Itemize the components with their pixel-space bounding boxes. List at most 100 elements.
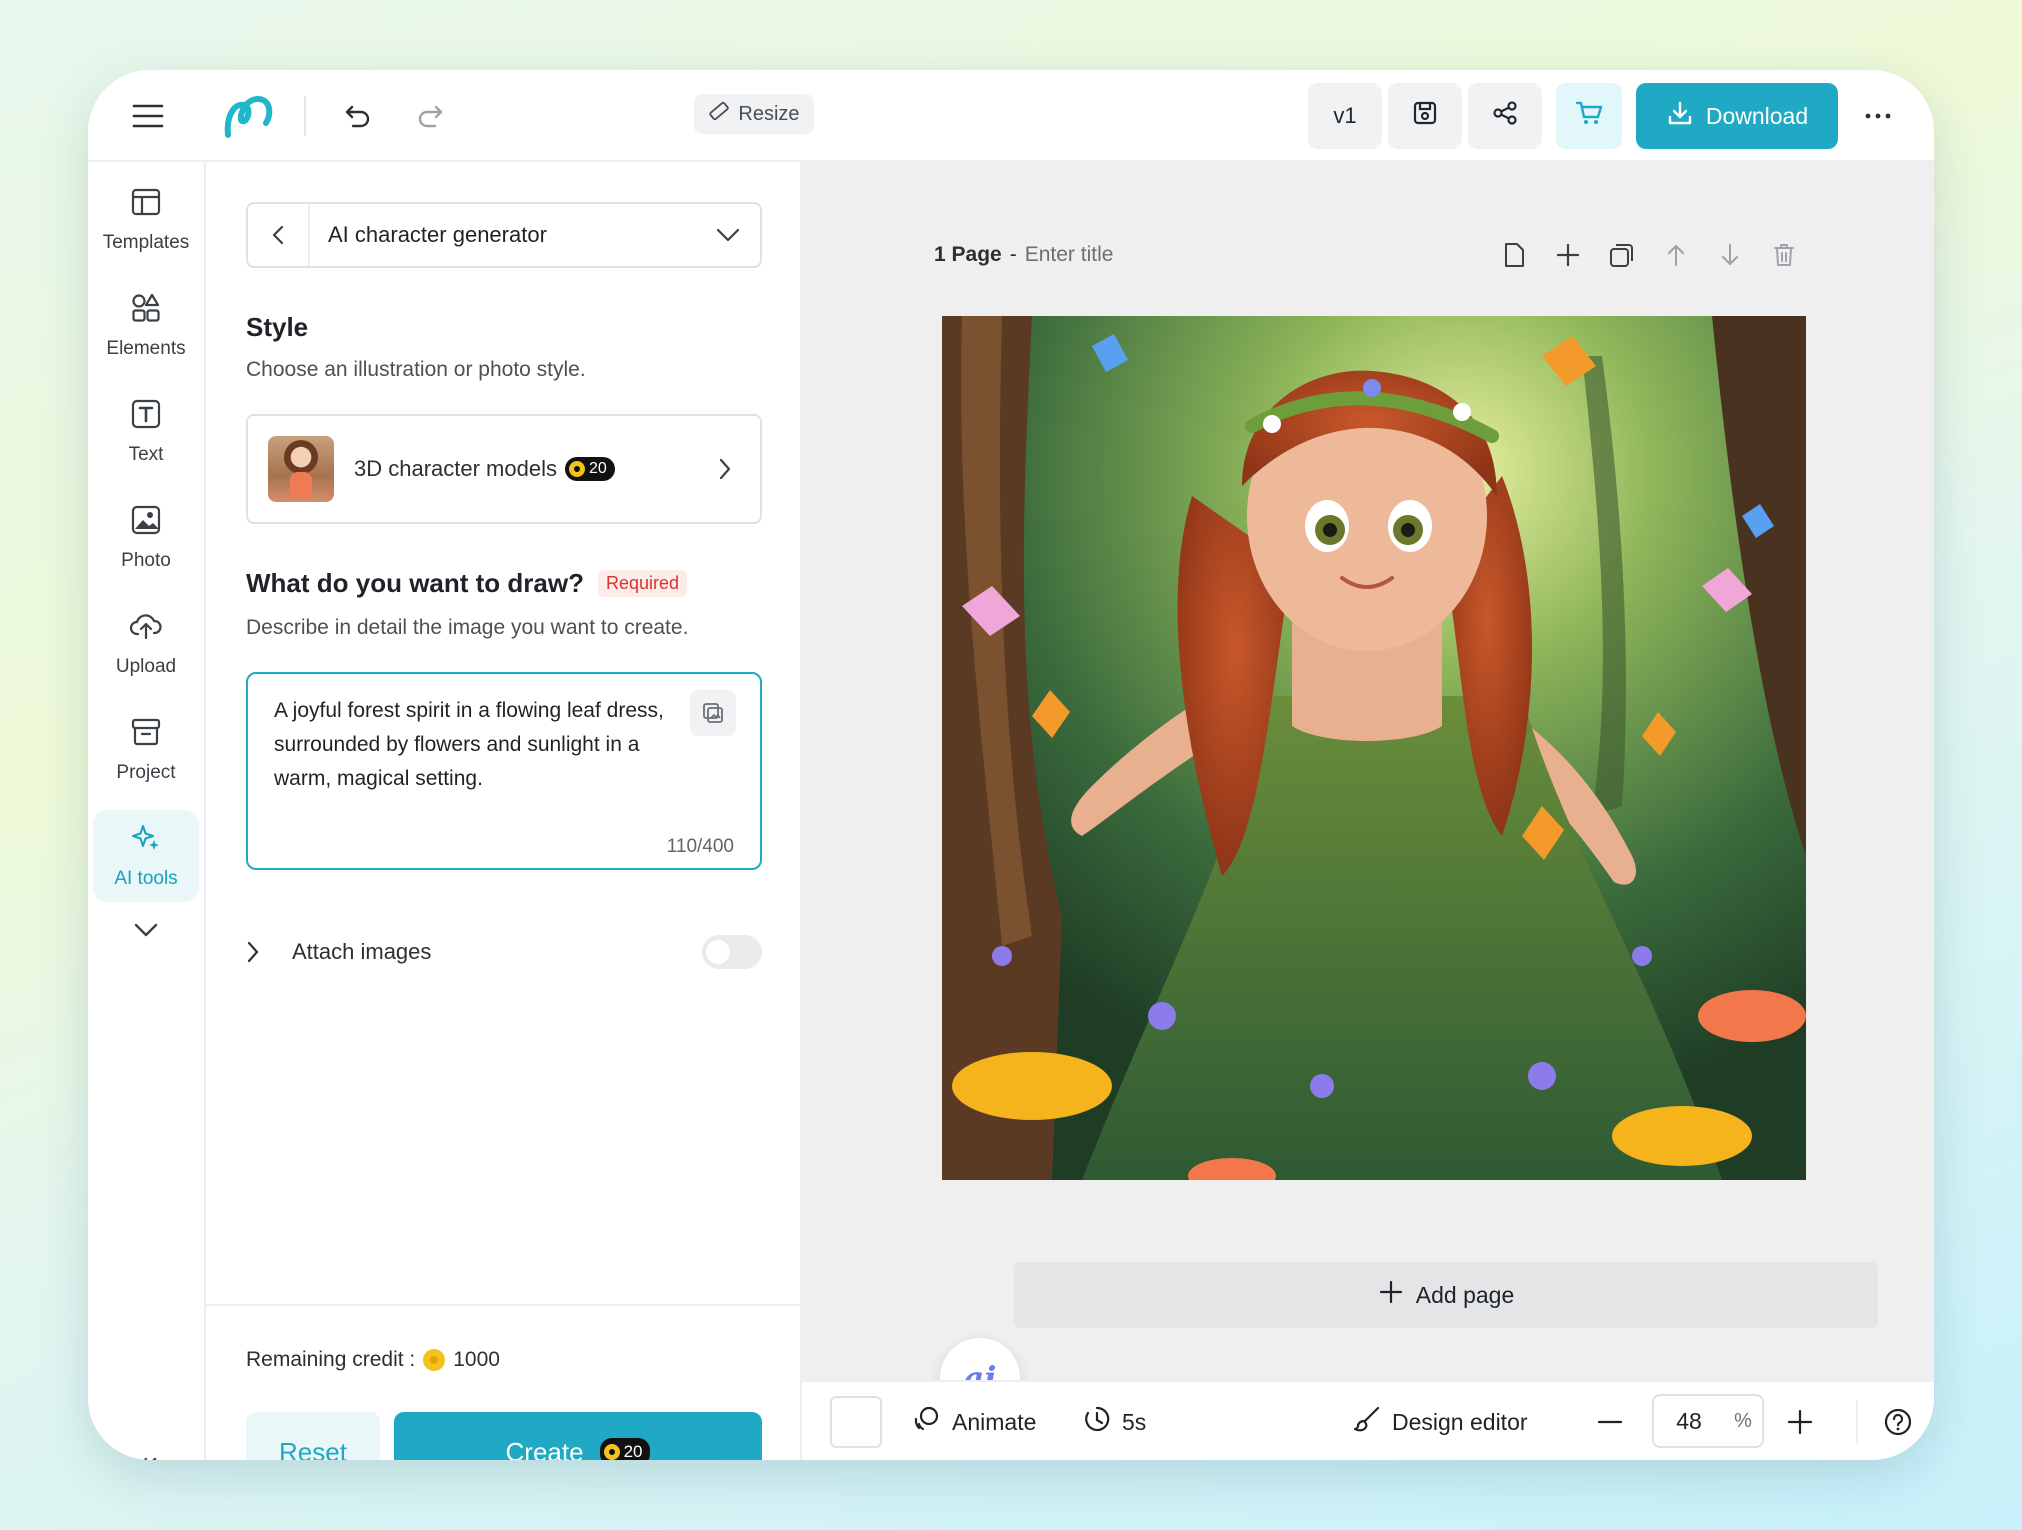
rail-item-elements[interactable]: Elements — [93, 280, 199, 372]
style-thumbnail — [268, 436, 334, 502]
attach-images-label: Attach images — [292, 939, 432, 964]
credit-badge-value: 20 — [588, 460, 607, 477]
style-heading: Style — [246, 312, 309, 342]
zoom-in-icon[interactable] — [1780, 1400, 1820, 1444]
cart-icon — [1574, 98, 1604, 134]
rail-label: Text — [128, 444, 164, 465]
ai-tool-panel: AI character generator Style Choose an i… — [206, 162, 802, 1460]
coin-icon — [423, 1349, 446, 1371]
duplicate-page-icon[interactable] — [1604, 237, 1640, 273]
rail-item-project[interactable]: Project — [93, 704, 199, 796]
tool-selector[interactable]: AI character generator — [246, 202, 762, 268]
page-header: 1 Page - Enter title — [934, 226, 1802, 284]
create-button[interactable]: Create 20 — [394, 1412, 762, 1460]
rail-label: AI tools — [114, 868, 178, 889]
save-icon — [1411, 99, 1439, 133]
add-page-button[interactable]: Add page — [1014, 1262, 1878, 1328]
divider — [304, 96, 306, 136]
tool-selector-label: AI character generator — [328, 222, 547, 247]
coin-icon — [603, 1444, 620, 1460]
background-color-swatch[interactable] — [830, 1396, 882, 1448]
download-button[interactable]: Download — [1636, 83, 1838, 149]
required-badge: Required — [597, 570, 688, 597]
photo-icon — [130, 504, 162, 542]
timer-icon — [1082, 1404, 1112, 1440]
draw-heading-text: What do you want to draw? — [246, 568, 584, 598]
attach-images-toggle[interactable] — [702, 935, 762, 969]
divider — [206, 1304, 802, 1306]
resize-button[interactable]: Resize — [694, 94, 814, 134]
page-number: 1 Page — [934, 243, 1002, 266]
upload-icon — [129, 610, 163, 648]
brush-icon — [1352, 1404, 1382, 1440]
design-editor-label: Design editor — [1392, 1408, 1528, 1435]
menu-icon[interactable] — [128, 96, 168, 136]
more-tools-chevron-icon[interactable] — [126, 910, 166, 950]
chevron-right-icon — [718, 457, 732, 481]
text-icon — [130, 398, 162, 436]
add-page-label: Add page — [1415, 1281, 1515, 1308]
remaining-credit: Remaining credit : 1000 — [246, 1348, 500, 1372]
chevron-right-icon[interactable] — [246, 940, 282, 964]
chevron-down-icon[interactable] — [696, 227, 760, 243]
move-page-down-icon[interactable] — [1712, 237, 1748, 273]
rail-label: Photo — [121, 550, 171, 571]
app-logo[interactable] — [220, 88, 278, 144]
zoom-unit: % — [1734, 1409, 1752, 1432]
delete-page-icon[interactable] — [1766, 237, 1802, 273]
zoom-out-icon[interactable] — [1590, 1400, 1630, 1444]
coin-icon — [568, 461, 585, 477]
move-page-up-icon[interactable] — [1658, 237, 1694, 273]
credit-badge: 20 — [599, 1438, 651, 1460]
prompt-text[interactable]: A joyful forest spirit in a flowing leaf… — [274, 694, 674, 796]
rail-item-ai-tools[interactable]: AI tools — [93, 810, 199, 902]
remaining-credit-value: 1000 — [453, 1348, 500, 1371]
page-container: 1 Page - Enter title — [934, 226, 1824, 1186]
templates-icon — [130, 186, 162, 224]
rail-item-templates[interactable]: Templates — [93, 174, 199, 266]
design-editor-button[interactable]: Design editor — [1352, 1400, 1528, 1444]
divider — [1856, 1400, 1858, 1444]
zoom-value[interactable]: 48 — [1654, 1408, 1724, 1435]
project-icon — [130, 716, 162, 754]
prompt-textarea[interactable]: A joyful forest spirit in a flowing leaf… — [246, 672, 762, 870]
more-options-icon[interactable] — [1858, 96, 1898, 136]
animate-button[interactable]: Animate — [912, 1400, 1036, 1444]
collapse-panel-icon[interactable] — [126, 1448, 166, 1460]
animate-label: Animate — [952, 1408, 1037, 1435]
add-page-icon[interactable] — [1550, 237, 1586, 273]
rail-label: Project — [116, 762, 176, 783]
generated-image — [942, 316, 1806, 1180]
page-title-input[interactable]: Enter title — [1025, 243, 1114, 267]
save-button[interactable] — [1388, 83, 1462, 149]
share-icon — [1491, 99, 1519, 133]
version-button[interactable]: v1 — [1308, 83, 1382, 149]
page-title-separator: - — [1009, 243, 1017, 266]
attach-images-row[interactable]: Attach images — [246, 932, 762, 972]
undo-icon[interactable] — [338, 96, 378, 136]
create-label: Create — [505, 1436, 584, 1461]
prompt-suggestion-icon[interactable] — [690, 690, 736, 736]
style-description: Choose an illustration or photo style. — [246, 358, 586, 381]
design-artboard[interactable] — [942, 316, 1806, 1180]
help-icon[interactable] — [1878, 1400, 1918, 1444]
top-bar: Resize v1 Download — [88, 70, 1934, 162]
cart-button[interactable] — [1556, 83, 1622, 149]
bottom-bar: Animate 5s Design editor 48 % — [802, 1380, 1934, 1460]
page-note-icon[interactable] — [1496, 237, 1532, 273]
resize-label: Resize — [738, 102, 800, 125]
sparkle-icon — [130, 822, 162, 860]
share-button[interactable] — [1468, 83, 1542, 149]
rail-item-upload[interactable]: Upload — [93, 598, 199, 690]
plus-icon — [1378, 1279, 1404, 1311]
rail-label: Templates — [102, 232, 190, 253]
back-chevron-icon[interactable] — [248, 204, 310, 266]
style-selector-card[interactable]: 3D character models 20 — [246, 414, 762, 524]
rail-item-photo[interactable]: Photo — [93, 492, 199, 584]
redo-icon[interactable] — [410, 96, 450, 136]
reset-button[interactable]: Reset — [246, 1412, 380, 1460]
zoom-input[interactable]: 48 % — [1652, 1394, 1764, 1448]
rail-item-text[interactable]: Text — [93, 386, 199, 478]
remaining-credit-label: Remaining credit : — [246, 1348, 416, 1371]
duration-button[interactable]: 5s — [1082, 1400, 1146, 1444]
